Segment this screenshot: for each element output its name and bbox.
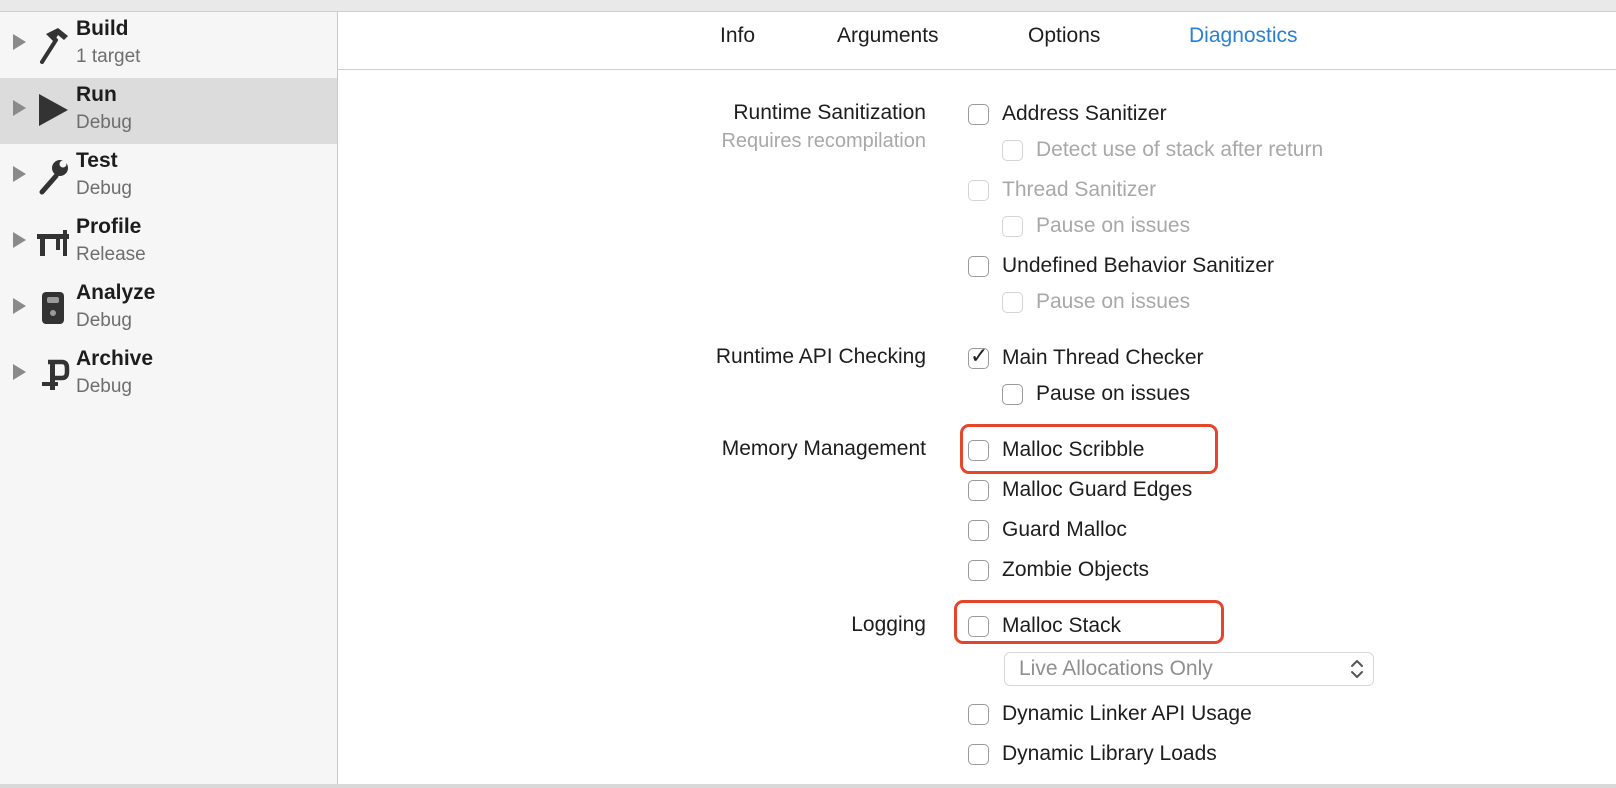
sidebar-item-title: Profile	[76, 215, 142, 238]
dynamic-library-loads-option[interactable]: Dynamic Library Loads	[968, 741, 1217, 767]
undefined-behavior-sanitizer-option[interactable]: Undefined Behavior Sanitizer	[968, 253, 1274, 279]
checkbox-label: Zombie Objects	[1002, 558, 1150, 581]
up-down-chevron-icon	[1351, 660, 1363, 678]
scheme-action-sidebar: Build 1 target Run Debug Test Debug Prof…	[0, 12, 338, 784]
checkbox-label: Pause on issues	[1036, 214, 1191, 237]
malloc-scribble-option[interactable]: Malloc Scribble	[968, 437, 1144, 463]
analyze-icon	[42, 292, 64, 324]
checkbox-label: Thread Sanitizer	[1002, 178, 1157, 201]
sidebar-item-build[interactable]: Build 1 target	[0, 12, 337, 78]
malloc-guard-edges-checkbox[interactable]	[968, 479, 989, 501]
guard-malloc-checkbox[interactable]	[968, 519, 989, 541]
window-top-edge	[0, 0, 1616, 12]
address-sanitizer-option[interactable]: Address Sanitizer	[968, 101, 1167, 127]
tab-arguments[interactable]: Arguments	[837, 24, 939, 48]
disclosure-triangle-icon[interactable]	[13, 166, 26, 182]
tab-diagnostics[interactable]: Diagnostics	[1189, 24, 1298, 48]
main-thread-checker-option[interactable]: ✓ Main Thread Checker	[968, 344, 1204, 371]
sidebar-item-title: Test	[76, 149, 118, 172]
thread-sanitizer-option[interactable]: Thread Sanitizer	[968, 177, 1156, 203]
play-icon	[39, 94, 68, 126]
sidebar-item-subtitle: Release	[76, 244, 146, 265]
disclosure-triangle-icon[interactable]	[13, 34, 26, 50]
hammer-icon	[40, 28, 68, 64]
checkbox-label: Undefined Behavior Sanitizer	[1002, 254, 1274, 277]
disclosure-triangle-icon[interactable]	[13, 100, 26, 116]
thread-sanitizer-pause-checkbox[interactable]	[1002, 215, 1023, 237]
disclosure-triangle-icon[interactable]	[13, 298, 26, 314]
checkbox-label: Detect use of stack after return	[1036, 138, 1324, 161]
thread-sanitizer-checkbox[interactable]	[968, 179, 989, 201]
address-sanitizer-checkbox[interactable]	[968, 103, 989, 125]
tab-options[interactable]: Options	[1028, 24, 1100, 48]
sidebar-item-analyze[interactable]: Analyze Debug	[0, 276, 337, 342]
sidebar-item-title: Build	[76, 17, 129, 40]
disclosure-triangle-icon[interactable]	[13, 364, 26, 380]
runtime-api-checking-label: Runtime API Checking	[715, 345, 926, 368]
guard-malloc-option[interactable]: Guard Malloc	[968, 517, 1127, 543]
malloc-stack-mode-popup[interactable]: Live Allocations Only	[1004, 652, 1374, 686]
checkbox-label: Dynamic Linker API Usage	[1002, 702, 1252, 725]
undefined-behavior-sanitizer-checkbox[interactable]	[968, 255, 989, 277]
main-thread-checker-checkbox[interactable]: ✓	[968, 344, 989, 369]
memory-management-label: Memory Management	[721, 437, 926, 460]
disclosure-triangle-icon[interactable]	[13, 232, 26, 248]
malloc-stack-checkbox[interactable]	[968, 615, 989, 637]
wrench-icon	[39, 160, 68, 195]
checkbox-label: Malloc Scribble	[1002, 438, 1145, 461]
archive-icon	[42, 359, 70, 390]
malloc-scribble-checkbox[interactable]	[968, 439, 989, 461]
checkbox-label: Dynamic Library Loads	[1002, 742, 1217, 765]
sidebar-item-test[interactable]: Test Debug	[0, 144, 337, 210]
sidebar-item-subtitle: Debug	[76, 178, 132, 199]
sidebar-item-subtitle: 1 target	[76, 46, 141, 67]
checkbox-label: Pause on issues	[1036, 382, 1191, 405]
zombie-objects-checkbox[interactable]	[968, 559, 989, 581]
sidebar-item-subtitle: Debug	[76, 376, 132, 397]
dynamic-linker-api-usage-checkbox[interactable]	[968, 703, 989, 725]
sidebar-item-profile[interactable]: Profile Release	[0, 210, 337, 276]
window-bottom-edge	[0, 784, 1616, 788]
checkbox-label: Malloc Stack	[1002, 614, 1122, 637]
main-thread-checker-pause-option[interactable]: Pause on issues	[1002, 381, 1190, 407]
dynamic-linker-api-usage-option[interactable]: Dynamic Linker API Usage	[968, 701, 1252, 727]
requires-recompilation-hint: Requires recompilation	[721, 130, 926, 152]
runtime-sanitization-label: Runtime Sanitization	[733, 101, 926, 124]
main-thread-checker-pause-checkbox[interactable]	[1002, 383, 1023, 405]
sidebar-item-title: Archive	[76, 347, 154, 370]
dynamic-library-loads-checkbox[interactable]	[968, 743, 989, 765]
checkbox-label: Main Thread Checker	[1002, 346, 1204, 369]
caliper-icon	[37, 230, 69, 256]
popup-selected-value: Live Allocations Only	[1019, 657, 1213, 680]
logging-label: Logging	[851, 613, 926, 636]
malloc-guard-edges-option[interactable]: Malloc Guard Edges	[968, 477, 1192, 503]
sidebar-item-title: Run	[76, 83, 117, 106]
tab-info[interactable]: Info	[720, 24, 755, 48]
checkmark-icon: ✓	[970, 343, 989, 369]
zombie-objects-option[interactable]: Zombie Objects	[968, 557, 1149, 583]
ubsan-pause-checkbox[interactable]	[1002, 291, 1023, 313]
ubsan-pause-option[interactable]: Pause on issues	[1002, 289, 1190, 315]
sidebar-item-subtitle: Debug	[76, 112, 132, 133]
sidebar-item-title: Analyze	[76, 281, 156, 304]
malloc-stack-option[interactable]: Malloc Stack	[968, 613, 1121, 639]
sidebar-item-archive[interactable]: Archive Debug	[0, 342, 337, 408]
sidebar-item-subtitle: Debug	[76, 310, 132, 331]
checkbox-label: Malloc Guard Edges	[1002, 478, 1193, 501]
checkbox-label: Address Sanitizer	[1002, 102, 1167, 125]
thread-sanitizer-pause-option[interactable]: Pause on issues	[1002, 213, 1190, 239]
checkbox-label: Pause on issues	[1036, 290, 1191, 313]
sidebar-item-run[interactable]: Run Debug	[0, 78, 337, 144]
detect-stack-after-return-option[interactable]: Detect use of stack after return	[1002, 137, 1323, 163]
checkbox-label: Guard Malloc	[1002, 518, 1127, 541]
scheme-editor-tabbar: Info Arguments Options Diagnostics	[338, 12, 1616, 70]
detect-stack-after-return-checkbox[interactable]	[1002, 139, 1023, 161]
